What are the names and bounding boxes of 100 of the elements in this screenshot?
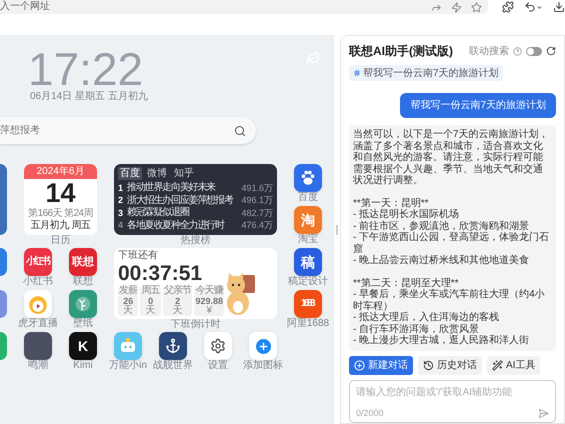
rank-number: 4 [118, 219, 124, 232]
deer-app-icon[interactable] [69, 290, 97, 318]
send-icon[interactable] [538, 408, 549, 419]
hot-topic-link[interactable]: 各地夏收夏种全力进行时 [127, 220, 238, 232]
app-label: 联想 [73, 276, 93, 288]
linked-search-label: 联动搜索 [469, 44, 509, 58]
clock: 17:22 [28, 47, 144, 91]
app-icon[interactable]: K [69, 332, 97, 360]
search-placeholder: 萍想报考 [0, 124, 40, 138]
app-label: 阿里1688 [286, 318, 330, 330]
calendar-info: 第166天 第24周 [28, 208, 93, 220]
app-label: 添加图标 [243, 360, 283, 372]
calendar-card[interactable]: 2024年6月 14 第166天 第24周 五月初九 周五 [24, 164, 97, 235]
add-app-icon[interactable] [249, 332, 277, 360]
date-text: 06月14日 星期五 五月初九 [30, 91, 148, 103]
search-field[interactable]: 萍想报考 [0, 117, 256, 144]
hot-topic-link[interactable]: 赖冠霖疑似退圈 [127, 207, 238, 220]
app-icon[interactable]: 小红书 [24, 248, 52, 276]
chip-value: 2 [175, 296, 180, 306]
message-text: - 前往市区，参观滇池，欣赏海鸥和湖景 [353, 220, 530, 232]
countdown-time: 00:37:51 [118, 262, 204, 285]
hot-count: 476.4万 [241, 219, 273, 232]
app-icon[interactable]: 联想 [69, 248, 97, 276]
refresh-icon[interactable] [546, 46, 556, 56]
wand-icon [492, 360, 503, 370]
calendar-lunar: 五月初九 周五 [30, 220, 90, 232]
hot-list-tab[interactable]: 知乎 [172, 167, 196, 180]
message-text: - 抵达昆明长水国际机场 [353, 209, 460, 220]
search-icon[interactable] [234, 124, 246, 136]
widget-label: 热搜榜 [180, 235, 210, 247]
app-label: 虎牙直播 [18, 318, 58, 330]
photo-placeholder[interactable] [24, 332, 52, 360]
rank-number: 3 [118, 206, 124, 220]
action-button[interactable]: AI工具 [487, 356, 540, 374]
anchor-app-icon[interactable] [159, 332, 187, 360]
robot-app-icon[interactable] [114, 332, 142, 360]
assistant-title: 联想AI助手(测试版) [349, 43, 453, 60]
message-text: 当然可以，以下是一个7天的云南旅游计划，涵盖了多个著名景点和城市，适合喜欢文化和自然风光的游客。请注意，实际行程可能需要根据个人兴趣、季节、当地天气和交通状况进行调整。 [353, 129, 550, 186]
hot-count: 491.6万 [241, 182, 273, 194]
chip-label: 父亲节 [164, 286, 192, 296]
message-text: - 晚上漫步大理古城，逛人民路和洋人街 [353, 335, 530, 346]
app-label: 壁纸 [73, 318, 93, 330]
widget-label: 日历 [50, 235, 70, 247]
rank-number: 2 [118, 194, 124, 207]
widget-label: 下班倒计时 [170, 319, 220, 331]
app-label: 百度 [298, 192, 318, 204]
topic-tag[interactable]: 帮我写一份云南7天的旅游计划 [349, 65, 503, 81]
history-icon [423, 360, 434, 370]
paw-app-icon[interactable] [294, 164, 322, 192]
chip-unit: ¥ [206, 306, 212, 316]
star-icon[interactable] [471, 2, 482, 12]
lightning-icon[interactable] [451, 2, 462, 12]
hot-list-tab[interactable]: 百度 [118, 167, 142, 180]
app-label: 小红书 [23, 276, 53, 288]
calendar-day: 14 [45, 179, 76, 208]
topic-text: 帮我写一份云南7天的旅游计划 [363, 66, 499, 80]
message-text: **第一天：昆明** [353, 198, 430, 208]
calendar-month: 2024年6月 [24, 164, 97, 179]
app-label: Kimi [73, 360, 93, 372]
chip-unit: 天 [172, 306, 183, 316]
share-icon[interactable] [431, 2, 442, 12]
rank-number: 1 [118, 182, 124, 194]
chip-label: 发薪 [119, 286, 138, 296]
app-icon[interactable]: 稿 [294, 248, 322, 276]
app-label: 鸣潮 [28, 360, 48, 372]
message-text: - 抵达大理后，入住洱海边的客栈 [353, 312, 500, 324]
app-label: 淘宝 [298, 234, 318, 246]
app-label: 万能小in [109, 360, 147, 372]
chip-label: 今天赚 [195, 286, 224, 296]
message-text: - 早餐后，乘坐火车或汽车前往大理（约4小时车程） [353, 289, 546, 312]
help-icon[interactable] [513, 46, 522, 56]
hot-topic-link[interactable]: 浙大招生办回应姜萍想报考 [127, 194, 238, 207]
hot-list-tab[interactable]: 微博 [145, 167, 169, 180]
input-placeholder: 请输入您的问题或'/'获取AI辅助功能 [356, 386, 514, 400]
chip-value: 26 [123, 296, 134, 306]
chip-value: 0 [148, 296, 154, 306]
mascot-app-icon[interactable] [24, 290, 52, 318]
chip-unit: 天 [146, 306, 156, 316]
app-label: 稿定设计 [288, 276, 328, 288]
message-text: - 下午游览西山公园，登高望远，体验龙门石窟 [353, 232, 550, 254]
settings-app-icon[interactable] [204, 332, 232, 360]
user-message: 帮我写一份云南7天的旅游计划 [400, 93, 556, 118]
action-button[interactable]: 历史对话 [418, 356, 482, 374]
address-bar[interactable]: 入一个网址 [0, 0, 488, 14]
download-icon[interactable] [553, 1, 565, 13]
message-text: - 自行车环游洱海，欣赏风景 [353, 324, 480, 334]
app-icon[interactable]: 1688 [294, 290, 322, 318]
drag-handle[interactable] [336, 224, 338, 234]
hot-count: 496.1万 [241, 194, 273, 207]
countdown-title: 下班还有 [118, 250, 159, 262]
toggle-switch[interactable] [526, 46, 542, 56]
app-label: 设置 [208, 360, 228, 372]
extension-icon[interactable] [502, 1, 514, 13]
action-button[interactable]: 新建对话 [349, 356, 413, 374]
message-text: **第二天：昆明至大理** [353, 278, 460, 288]
add-icon [354, 360, 365, 370]
address-placeholder: 入一个网址 [0, 2, 50, 12]
hot-topic-link[interactable]: 推动世界走向美好未来 [127, 182, 238, 194]
undo-icon[interactable] [524, 1, 543, 13]
app-label: 战舰世界 [153, 360, 193, 372]
